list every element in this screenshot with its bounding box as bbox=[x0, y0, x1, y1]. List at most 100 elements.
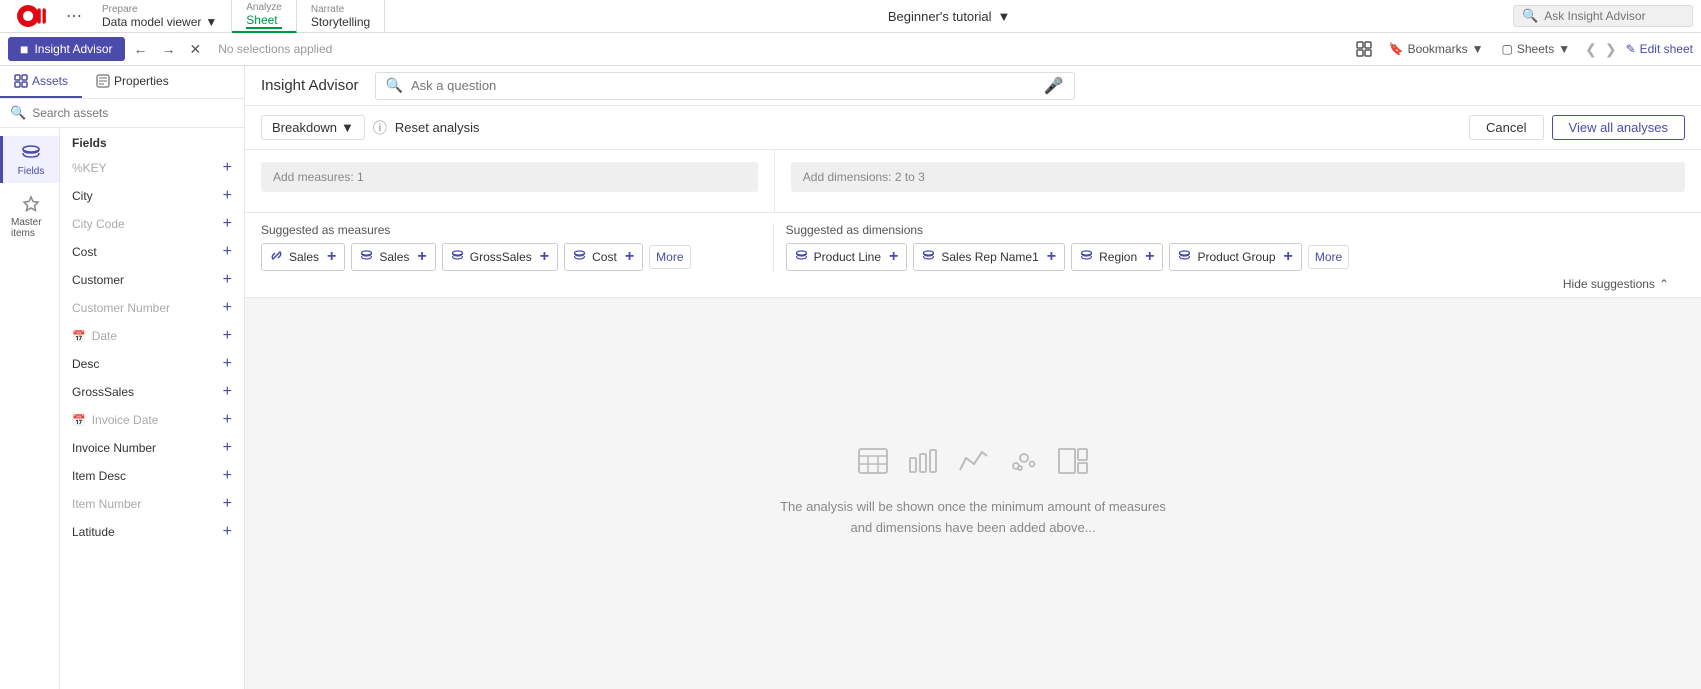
field-item[interactable]: Customer Number+ bbox=[60, 294, 244, 322]
measures-suggestions: Suggested as measures Sales+Sales+GrossS… bbox=[261, 223, 774, 271]
field-add-btn[interactable]: + bbox=[223, 523, 232, 541]
field-add-btn[interactable]: + bbox=[223, 243, 232, 261]
breakdown-chevron: ▼ bbox=[341, 120, 354, 135]
hide-chevron: ⌃ bbox=[1659, 277, 1669, 291]
properties-tab[interactable]: Properties bbox=[82, 66, 183, 98]
selection-back-btn[interactable]: ← bbox=[129, 39, 153, 59]
field-item[interactable]: Item Number+ bbox=[60, 490, 244, 518]
chip-add-btn[interactable]: + bbox=[417, 248, 426, 266]
fields-nav-btn[interactable]: Fields bbox=[0, 136, 59, 183]
field-item[interactable]: Item Desc+ bbox=[60, 462, 244, 490]
field-item[interactable]: Desc+ bbox=[60, 350, 244, 378]
chip-add-btn[interactable]: + bbox=[1047, 248, 1056, 266]
dimension-chip[interactable]: Region+ bbox=[1071, 243, 1163, 271]
field-item[interactable]: City+ bbox=[60, 182, 244, 210]
view-all-analyses-btn[interactable]: View all analyses bbox=[1552, 115, 1685, 140]
field-add-btn[interactable]: + bbox=[223, 439, 232, 457]
field-add-btn[interactable]: + bbox=[223, 467, 232, 485]
edit-sheet-btn[interactable]: ✎ Edit sheet bbox=[1626, 42, 1693, 56]
insight-advisor-button[interactable]: ■ Insight Advisor bbox=[8, 37, 125, 61]
nav-prepare[interactable]: Prepare Data model viewer ▼ bbox=[88, 0, 232, 33]
prepare-chevron: ▼ bbox=[205, 15, 217, 29]
ask-insight-input[interactable] bbox=[1544, 9, 1684, 23]
field-item[interactable]: Cost+ bbox=[60, 238, 244, 266]
more-menu-btn[interactable]: ⋯ bbox=[60, 6, 88, 26]
top-nav: ⋯ Prepare Data model viewer ▼ Analyze Sh… bbox=[0, 0, 1701, 33]
field-add-btn[interactable]: + bbox=[223, 299, 232, 317]
cancel-btn[interactable]: Cancel bbox=[1469, 115, 1543, 140]
measure-chip[interactable]: Cost+ bbox=[564, 243, 643, 271]
field-add-btn[interactable]: + bbox=[223, 411, 232, 429]
chip-add-btn[interactable]: + bbox=[1284, 248, 1293, 266]
no-selections-label: No selections applied bbox=[210, 42, 340, 56]
ask-insight-search[interactable]: 🔍 bbox=[1513, 5, 1693, 27]
app-title[interactable]: Beginner's tutorial ▼ bbox=[385, 9, 1513, 24]
insight-panel: Insight Advisor 🔍 🎤 Breakdown ▼ ⓘ Reset … bbox=[245, 66, 1701, 689]
field-add-btn[interactable]: + bbox=[223, 159, 232, 177]
qlik-logo[interactable] bbox=[8, 5, 60, 27]
next-sheet-btn[interactable]: ❯ bbox=[1602, 41, 1620, 58]
field-add-btn[interactable]: + bbox=[223, 383, 232, 401]
sheets-btn[interactable]: ▢ Sheets ▼ bbox=[1496, 40, 1577, 58]
chip-add-btn[interactable]: + bbox=[327, 248, 336, 266]
field-add-btn[interactable]: + bbox=[223, 495, 232, 513]
chip-label: Sales bbox=[289, 250, 319, 264]
nav-narrate[interactable]: Narrate Storytelling bbox=[297, 0, 385, 33]
hide-suggestions-btn[interactable]: Hide suggestions ⌃ bbox=[1563, 277, 1669, 291]
field-add-btn[interactable]: + bbox=[223, 215, 232, 233]
dimension-chip[interactable]: Sales Rep Name1+ bbox=[913, 243, 1065, 271]
measure-chip[interactable]: Sales+ bbox=[351, 243, 435, 271]
bar-chart-icon bbox=[908, 448, 938, 481]
chip-icon bbox=[1178, 249, 1191, 265]
nav-analyze[interactable]: Analyze Sheet bbox=[232, 0, 297, 33]
field-add-btn[interactable]: + bbox=[223, 187, 232, 205]
field-item-name: Latitude bbox=[72, 525, 115, 539]
reset-analysis-btn[interactable]: Reset analysis bbox=[395, 120, 480, 135]
insight-panel-header: Insight Advisor 🔍 🎤 bbox=[245, 66, 1701, 106]
chip-add-btn[interactable]: + bbox=[625, 248, 634, 266]
measure-chip[interactable]: GrossSales + bbox=[442, 243, 558, 271]
microphone-btn[interactable]: 🎤 bbox=[1044, 76, 1064, 96]
properties-icon bbox=[96, 74, 110, 88]
field-item[interactable]: %KEY+ bbox=[60, 154, 244, 182]
chip-add-btn[interactable]: + bbox=[889, 248, 898, 266]
info-btn[interactable]: ⓘ bbox=[373, 118, 387, 138]
field-item[interactable]: City Code+ bbox=[60, 210, 244, 238]
assets-tab[interactable]: Assets bbox=[0, 66, 82, 98]
breakdown-btn[interactable]: Breakdown ▼ bbox=[261, 115, 365, 140]
field-add-btn[interactable]: + bbox=[223, 327, 232, 345]
insight-search-input[interactable] bbox=[411, 78, 1036, 93]
search-icon: 🔍 bbox=[1522, 8, 1538, 24]
measures-more-btn[interactable]: More bbox=[649, 245, 690, 269]
insight-search-icon: 🔍 bbox=[386, 77, 403, 94]
edit-icon: ✎ bbox=[1626, 42, 1636, 56]
field-item[interactable]: Customer+ bbox=[60, 266, 244, 294]
field-item[interactable]: GrossSales+ bbox=[60, 378, 244, 406]
grid-icon bbox=[1356, 41, 1372, 57]
insight-panel-title: Insight Advisor bbox=[261, 77, 359, 94]
selection-forward-btn[interactable]: → bbox=[157, 39, 181, 59]
chip-add-btn[interactable]: + bbox=[1145, 248, 1154, 266]
chip-label: GrossSales bbox=[470, 250, 532, 264]
search-assets-input[interactable] bbox=[32, 106, 234, 120]
dimension-chip[interactable]: Product Line+ bbox=[786, 243, 908, 271]
prev-sheet-btn[interactable]: ❮ bbox=[1582, 41, 1600, 58]
field-add-btn[interactable]: + bbox=[223, 271, 232, 289]
measure-chip[interactable]: Sales + bbox=[261, 243, 345, 271]
field-item[interactable]: Latitude + bbox=[60, 518, 244, 546]
field-item[interactable]: Invoice Number+ bbox=[60, 434, 244, 462]
insight-search-bar[interactable]: 🔍 🎤 bbox=[375, 72, 1075, 100]
field-item[interactable]: 📅Date+ bbox=[60, 322, 244, 350]
fields-label: Fields bbox=[60, 128, 244, 154]
bookmarks-btn[interactable]: 🔖 Bookmarks ▼ bbox=[1383, 40, 1490, 58]
asset-tabs: Assets Properties bbox=[0, 66, 244, 99]
chip-add-btn[interactable]: + bbox=[540, 248, 549, 266]
field-item[interactable]: 📅Invoice Date+ bbox=[60, 406, 244, 434]
dimensions-chips-row: Product Line+Sales Rep Name1+Region+Prod… bbox=[786, 243, 1685, 271]
clear-selections-btn[interactable]: ✕ bbox=[185, 39, 207, 60]
dimensions-more-btn[interactable]: More bbox=[1308, 245, 1349, 269]
grid-view-btn[interactable] bbox=[1351, 39, 1377, 59]
dimension-chip[interactable]: Product Group+ bbox=[1169, 243, 1301, 271]
master-items-nav-btn[interactable]: Master items bbox=[0, 187, 59, 245]
field-add-btn[interactable]: + bbox=[223, 355, 232, 373]
